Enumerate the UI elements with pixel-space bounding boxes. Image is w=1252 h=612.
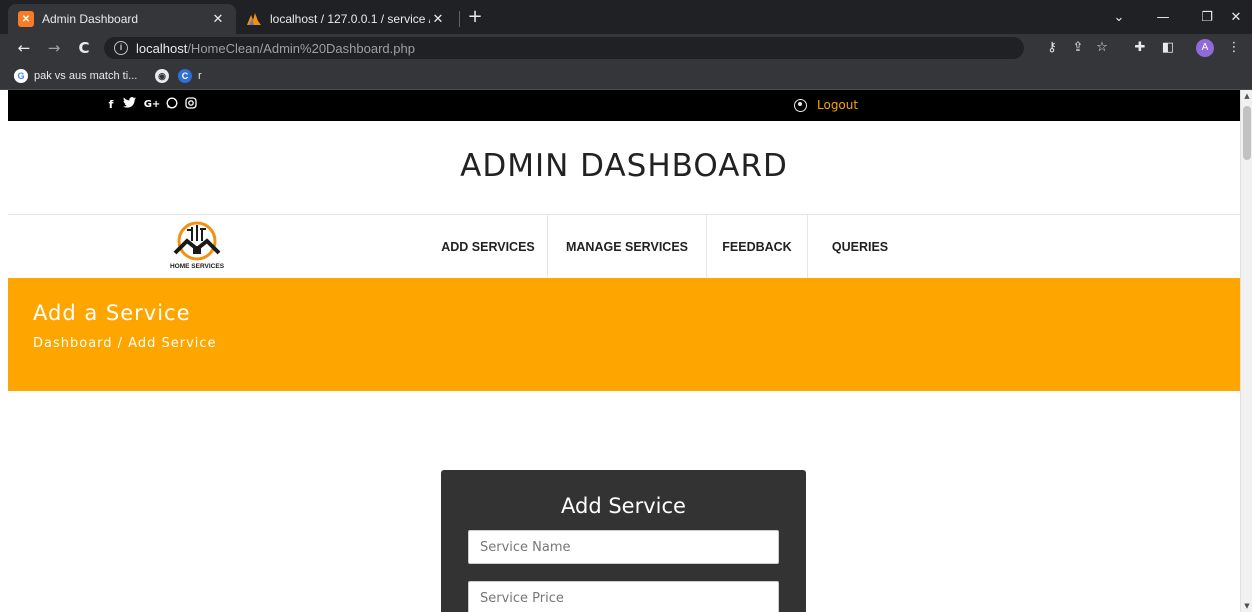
- tab-phpmyadmin[interactable]: localhost / 127.0.0.1 / service / us ✕: [236, 4, 456, 34]
- nav-manage-services[interactable]: MANAGE SERVICES: [548, 215, 707, 278]
- nav-feedback[interactable]: FEEDBACK: [707, 215, 808, 278]
- home-services-logo[interactable]: HOME SERVICES: [156, 219, 238, 275]
- bookmark-star-icon[interactable]: ☆: [1092, 38, 1112, 58]
- close-tab-icon[interactable]: ✕: [430, 11, 446, 27]
- logout-link[interactable]: Logout: [794, 96, 858, 114]
- bookmark-item[interactable]: C r: [178, 67, 202, 85]
- c-icon: C: [178, 69, 192, 83]
- forward-arrow-icon[interactable]: →: [44, 38, 64, 58]
- minimize-icon[interactable]: —: [1141, 0, 1185, 34]
- page-scrollbar[interactable]: ▲ ▼: [1240, 90, 1252, 612]
- close-tab-icon[interactable]: ✕: [210, 11, 226, 27]
- tab-title: localhost / 127.0.0.1 / service / us: [270, 12, 430, 26]
- share-icon[interactable]: ⇪: [1068, 38, 1088, 58]
- address-bar[interactable]: i localhost/HomeClean/Admin%20Dashboard.…: [104, 37, 1024, 59]
- profile-avatar[interactable]: A: [1196, 39, 1214, 57]
- xampp-icon: ✕: [18, 11, 34, 27]
- side-panel-icon[interactable]: ◧: [1158, 38, 1178, 58]
- close-window-icon[interactable]: ✕: [1214, 0, 1252, 34]
- back-arrow-icon[interactable]: ←: [14, 38, 34, 58]
- scroll-down-arrow-icon[interactable]: ▼: [1241, 600, 1252, 612]
- bookmark-item[interactable]: ◉: [155, 67, 175, 85]
- page-header-banner: Add a Service Dashboard / Add Service: [8, 278, 1240, 391]
- main-navbar: HOME SERVICES ADD SERVICES MANAGE SERVIC…: [8, 214, 1240, 278]
- url-path: /HomeClean/Admin%20Dashboard.php: [187, 40, 415, 56]
- bookmark-item[interactable]: G pak vs aus match ti...: [14, 67, 137, 85]
- tab-divider: [459, 11, 460, 27]
- page-viewport: f G+ Logout ADMIN DASHBOARD HOME SERVICE…: [8, 90, 1240, 612]
- user-circle-icon: [794, 98, 807, 112]
- scrollbar-thumb[interactable]: [1243, 106, 1251, 160]
- form-heading: Add Service: [561, 494, 686, 518]
- new-tab-icon[interactable]: +: [462, 5, 488, 29]
- extensions-puzzle-icon[interactable]: ✚: [1130, 38, 1150, 58]
- social-top-bar: f G+ Logout: [8, 90, 1240, 121]
- tab-search-chevron-icon[interactable]: ⌄: [1097, 0, 1141, 34]
- google-plus-icon[interactable]: G+: [141, 97, 163, 113]
- phpmyadmin-icon: [246, 11, 262, 27]
- whatsapp-icon[interactable]: [165, 97, 179, 113]
- tab-title: Admin Dashboard: [42, 12, 139, 26]
- twitter-icon[interactable]: [122, 97, 136, 113]
- reload-icon[interactable]: C: [74, 38, 94, 58]
- browser-tab-strip: ✕ Admin Dashboard ✕ localhost / 127.0.0.…: [0, 0, 1252, 34]
- bookmark-label: pak vs aus match ti...: [34, 70, 138, 82]
- facebook-icon[interactable]: f: [104, 97, 118, 113]
- key-icon[interactable]: ⚷: [1042, 38, 1062, 58]
- service-price-input[interactable]: [468, 581, 779, 612]
- add-service-form: Add Service: [441, 470, 806, 612]
- breadcrumb: Dashboard / Add Service: [33, 336, 217, 351]
- browser-toolbar: ← → C i localhost/HomeClean/Admin%20Dash…: [0, 34, 1252, 62]
- page-title: ADMIN DASHBOARD: [460, 148, 788, 184]
- nav-add-services[interactable]: ADD SERVICES: [429, 215, 548, 278]
- service-name-input[interactable]: [468, 530, 779, 564]
- nav-queries[interactable]: QUERIES: [808, 215, 912, 278]
- scroll-up-arrow-icon[interactable]: ▲: [1241, 90, 1252, 102]
- tab-admin-dashboard[interactable]: ✕ Admin Dashboard ✕: [8, 4, 236, 34]
- instagram-icon[interactable]: [184, 97, 198, 113]
- globe-icon: ◉: [155, 69, 169, 83]
- google-icon: G: [14, 69, 28, 83]
- bookmarks-bar: G pak vs aus match ti... ◉ C r: [0, 62, 1252, 90]
- bookmark-label: r: [198, 70, 202, 82]
- banner-title: Add a Service: [33, 301, 191, 325]
- logout-label: Logout: [817, 98, 859, 112]
- kebab-menu-icon[interactable]: ⋮: [1224, 38, 1244, 58]
- url-host: localhost: [136, 40, 188, 56]
- logo-text: HOME SERVICES: [169, 263, 225, 270]
- site-info-icon[interactable]: i: [114, 41, 128, 55]
